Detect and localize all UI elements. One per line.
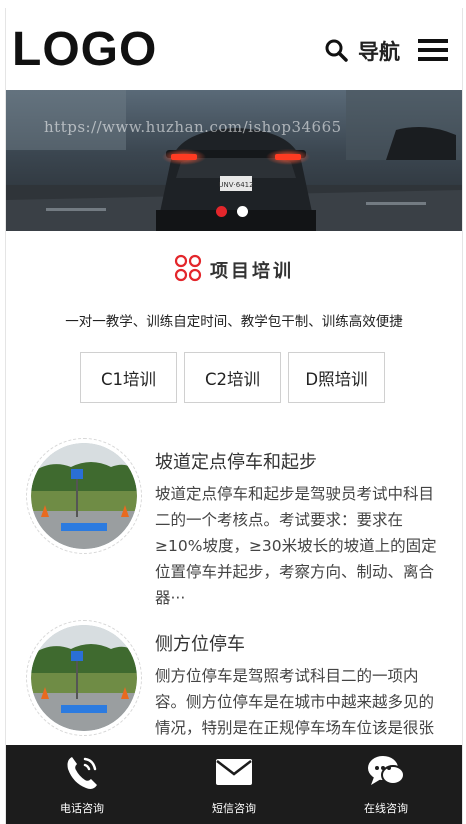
phone-consult-button[interactable]: 电话咨询 (6, 745, 158, 824)
item-title[interactable]: 侧方位停车 (155, 630, 245, 656)
site-header: LOGO 导航 (6, 8, 462, 90)
item-thumbnail[interactable] (26, 438, 142, 554)
carousel-dot-2[interactable] (237, 206, 248, 217)
envelope-icon (214, 753, 254, 795)
bottom-contact-bar: 电话咨询 短信咨询 在线咨询 (6, 745, 462, 824)
phone-icon (63, 753, 101, 795)
list-item[interactable]: 侧方位停车 侧方位停车是驾照考试科目二的一项内容。侧方位停车是在城市中越来越多见… (24, 620, 454, 763)
tab-d[interactable]: D照培训 (288, 352, 385, 403)
tab-c1[interactable]: C1培训 (80, 352, 177, 403)
sms-consult-label: 短信咨询 (212, 802, 256, 815)
phone-consult-label: 电话咨询 (60, 802, 104, 815)
nav-label[interactable]: 导航 (358, 39, 400, 65)
training-tabs: C1培训 C2培训 D照培训 (80, 352, 385, 403)
clover-icon (174, 254, 202, 286)
chat-icon (366, 753, 406, 795)
tab-c2[interactable]: C2培训 (184, 352, 281, 403)
item-thumbnail[interactable] (26, 620, 142, 736)
online-consult-label: 在线咨询 (364, 802, 408, 815)
sms-consult-button[interactable]: 短信咨询 (158, 745, 310, 824)
license-plate: UNV·6412 (218, 181, 253, 189)
item-description: 坡道定点停车和起步是驾驶员考试中科目二的一个考核点。考试要求：要求在≥10%坡度… (155, 485, 437, 607)
search-icon[interactable] (324, 38, 348, 66)
header-actions: 导航 (324, 38, 448, 66)
item-title[interactable]: 坡道定点停车和起步 (155, 448, 317, 474)
carousel-dot-1[interactable] (216, 206, 227, 217)
menu-icon[interactable] (418, 39, 448, 65)
site-logo[interactable]: LOGO (12, 22, 157, 78)
section-title: 项目培训 (6, 254, 462, 286)
carousel-dots (216, 206, 248, 217)
section-subtitle: 一对一教学、训练自定时间、教学包干制、训练高效便捷 (65, 314, 403, 330)
online-consult-button[interactable]: 在线咨询 (310, 745, 462, 824)
banner-watermark: https://www.huzhan.com/ishop34665 (44, 118, 342, 136)
page-frame: LOGO 导航 UNV·6412 https://www.huzhan.com/… (5, 8, 463, 824)
hero-banner[interactable]: UNV·6412 https://www.huzhan.com/ishop346… (6, 90, 462, 231)
section-title-text: 项目培训 (210, 261, 294, 282)
list-item[interactable]: 坡道定点停车和起步 坡道定点停车和起步是驾驶员考试中科目二的一个考核点。考试要求… (24, 438, 454, 618)
